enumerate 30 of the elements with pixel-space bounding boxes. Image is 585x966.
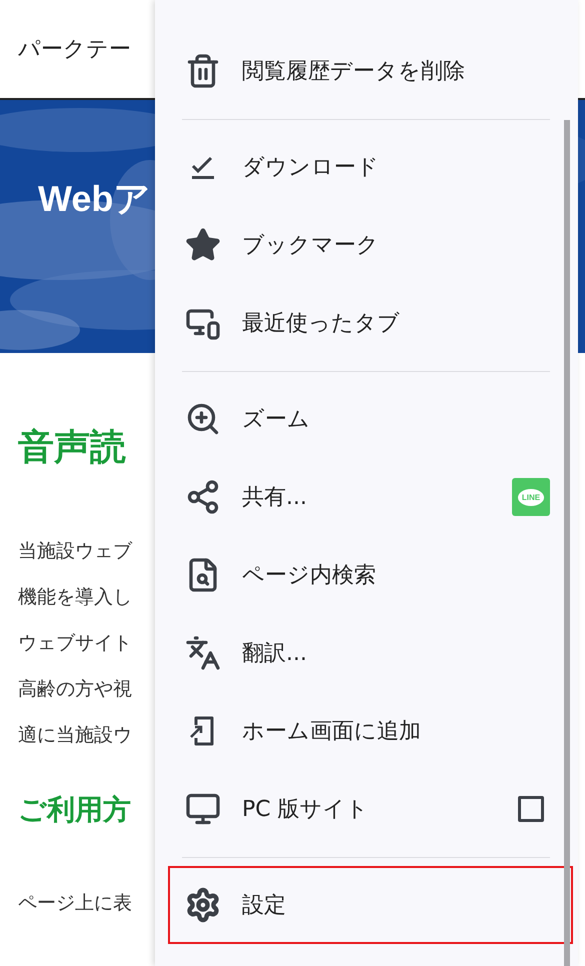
paragraph-line: 機能を導入し xyxy=(18,585,132,610)
menu-item[interactable]: 最近使ったタブ xyxy=(155,284,578,362)
zoom-in-icon xyxy=(185,401,221,437)
paragraph-line: 高齢の方や視 xyxy=(18,677,132,702)
menu-item[interactable]: ブックマーク xyxy=(155,206,578,284)
menu-item[interactable]: 閲覧履歴データを削除 xyxy=(155,32,578,110)
settings-icon xyxy=(185,887,221,923)
scrollbar[interactable] xyxy=(564,120,570,966)
translate-icon xyxy=(185,635,221,671)
paragraph-line: ページ上に表 xyxy=(18,891,132,916)
paragraph-line: 適に当施設ウ xyxy=(18,723,132,748)
menu-item[interactable]: PC 版サイト xyxy=(155,770,578,848)
menu-item[interactable]: 翻訳... xyxy=(155,614,578,692)
section-heading: 音声読 xyxy=(18,426,126,470)
star-icon xyxy=(185,227,221,263)
hero-title: Webア xyxy=(38,177,150,221)
site-title: パークテー xyxy=(18,36,131,64)
paragraph-line: ウェブサイト xyxy=(18,631,132,656)
section-heading: ご利用方 xyxy=(18,792,131,828)
menu-item[interactable]: 共有... LINE xyxy=(155,458,578,536)
share-icon xyxy=(185,479,221,515)
menu-item[interactable]: ダウンロード xyxy=(155,128,578,206)
monitor-icon xyxy=(185,791,221,827)
paragraph-line: 当施設ウェブ xyxy=(18,539,132,564)
menu-item[interactable]: ホーム画面に追加 xyxy=(155,692,578,770)
checkbox[interactable] xyxy=(518,796,544,822)
trash-icon xyxy=(185,53,221,89)
menu-item[interactable]: ズーム xyxy=(155,380,578,458)
menu-item[interactable]: 設定 xyxy=(168,866,573,944)
menu-item[interactable]: ページ内検索 xyxy=(155,536,578,614)
